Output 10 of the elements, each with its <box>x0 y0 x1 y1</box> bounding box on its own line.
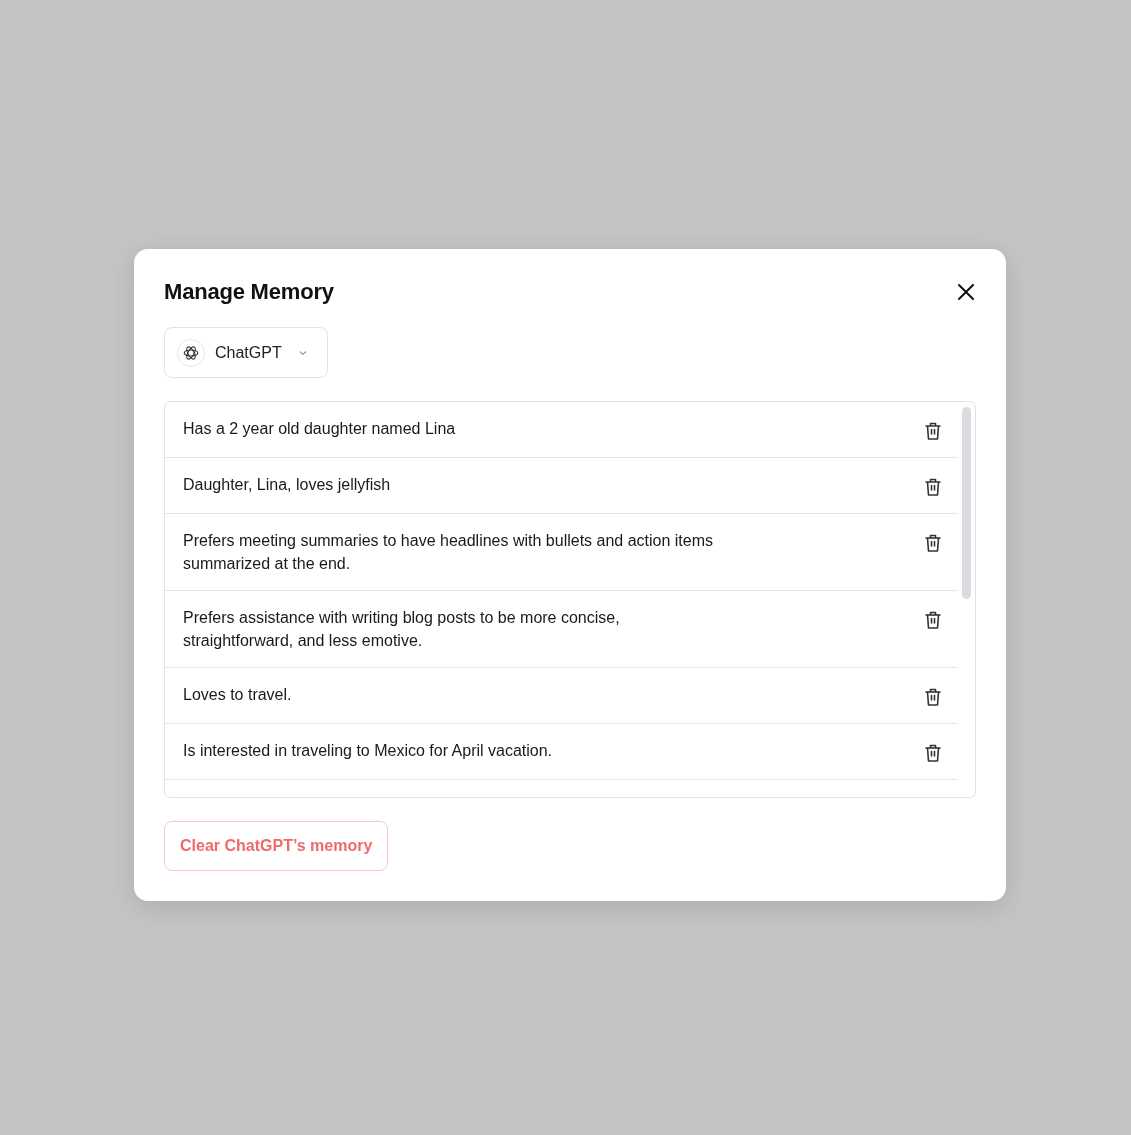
memory-text: Loves to travel. <box>183 685 292 706</box>
memory-text: Is interested in traveling to Mexico for April vacation. <box>183 741 553 762</box>
dialog-title: Manage Memory <box>164 279 334 306</box>
memory-text: Has a 2 year old daughter named Lina <box>183 419 456 440</box>
scrollbar[interactable] <box>962 407 971 600</box>
memory-text: Prefers assistance with writing blog posts to be more concise, straightforward, and less emotive. <box>183 608 621 652</box>
close-button[interactable] <box>958 284 974 301</box>
memory-text: Prefers meeting summaries to have headlines with bullets and action items summarized at the end. <box>183 531 715 575</box>
memory-text: Daughter, Lina, loves jellyfish <box>183 475 391 496</box>
model-selector[interactable]: ChatGPT <box>164 327 328 379</box>
